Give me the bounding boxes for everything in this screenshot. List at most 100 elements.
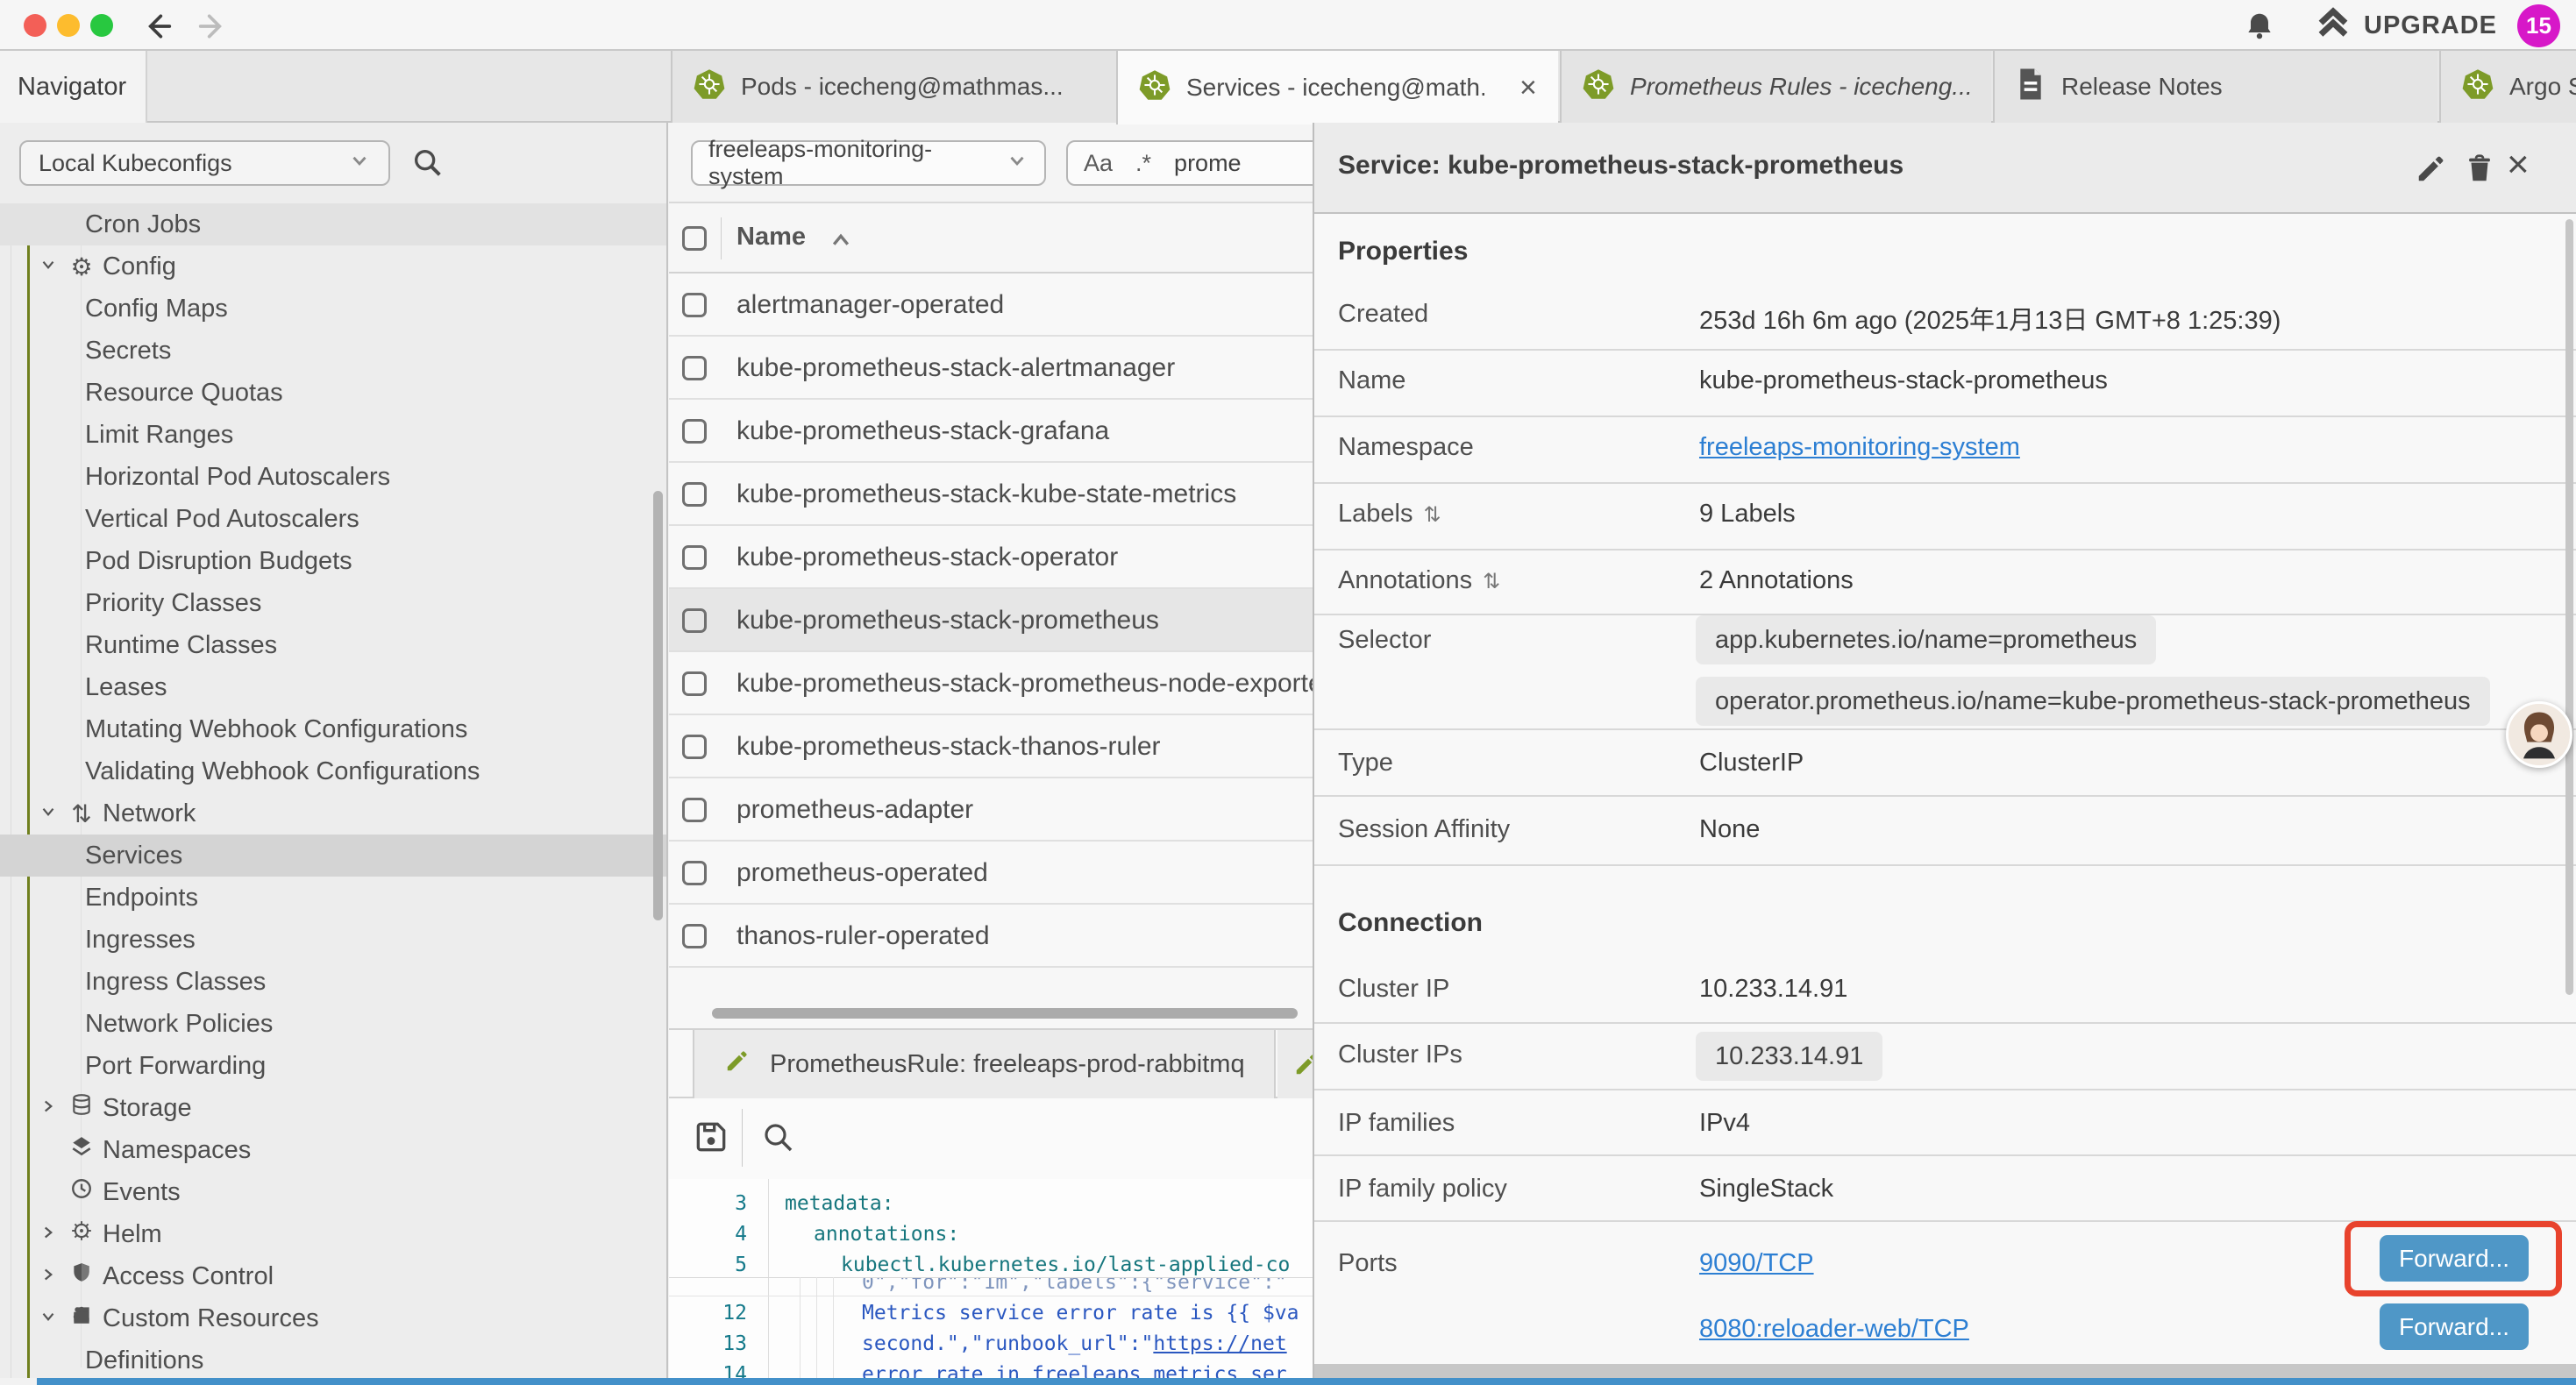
notifications-bell-icon[interactable] — [2243, 10, 2276, 47]
sidebar-item-config-maps[interactable]: Config Maps — [0, 288, 668, 330]
sidebar-item-leases[interactable]: Leases — [0, 666, 668, 708]
sidebar-item-validating-webhook-configurations[interactable]: Validating Webhook Configurations — [0, 750, 668, 792]
sidebar-group-events[interactable]: Events — [0, 1171, 668, 1213]
forward-button-8080[interactable]: Forward... — [2380, 1303, 2529, 1350]
namespace-select[interactable]: freeleaps-monitoring-system — [691, 140, 1046, 186]
runbook-url-link[interactable]: https://net — [1153, 1332, 1286, 1355]
table-row[interactable]: prometheus-operated — [669, 842, 1335, 905]
notification-count-badge[interactable]: 15 — [2517, 4, 2560, 47]
select-all-checkbox[interactable] — [682, 226, 707, 251]
annotations-value[interactable]: 2 Annotations — [1699, 566, 1854, 595]
sidebar-item-horizontal-pod-autoscalers[interactable]: Horizontal Pod Autoscalers — [0, 456, 668, 498]
row-checkbox[interactable] — [682, 798, 707, 822]
tab-services[interactable]: Services - icecheng@math... × — [1116, 51, 1558, 124]
regex-toggle[interactable]: .* — [1135, 150, 1151, 177]
sidebar-group-namespaces[interactable]: Namespaces — [0, 1129, 668, 1171]
yaml-editor[interactable]: 3 metadata: 4 annotations: 5 kubectl.kub… — [669, 1179, 1335, 1378]
namespace-selected-value: freeleaps-monitoring-system — [708, 136, 1006, 190]
sidebar-group-custom-resources[interactable]: Custom Resources — [0, 1297, 668, 1339]
row-checkbox[interactable] — [682, 356, 707, 380]
sidebar-item-resource-quotas[interactable]: Resource Quotas — [0, 372, 668, 414]
table-row[interactable]: alertmanager-operated — [669, 273, 1335, 337]
editor-tab-prometheusrule[interactable]: PrometheusRule: freeleaps-prod-rabbitmq — [693, 1030, 1276, 1098]
sidebar-group-access-control[interactable]: Access Control — [0, 1255, 668, 1297]
search-icon[interactable] — [760, 1119, 797, 1161]
close-icon[interactable]: × — [2507, 146, 2530, 184]
sidebar-item-definitions[interactable]: Definitions — [0, 1339, 668, 1378]
tab-prometheus-rules[interactable]: Prometheus Rules - icecheng... — [1560, 51, 1991, 123]
namespace-link[interactable]: freeleaps-monitoring-system — [1699, 433, 2020, 462]
table-row[interactable]: kube-prometheus-stack-thanos-ruler — [669, 715, 1335, 778]
forward-arrow-icon[interactable] — [195, 9, 230, 48]
row-checkbox[interactable] — [682, 419, 707, 444]
row-checkbox[interactable] — [682, 924, 707, 948]
tab-pods[interactable]: Pods - icecheng@mathmas... — [671, 51, 1116, 123]
row-checkbox[interactable] — [682, 861, 707, 885]
panel-scrollbar[interactable] — [2565, 219, 2573, 995]
expand-chevrons-icon[interactable]: ⇅ — [1483, 570, 1500, 593]
upgrade-button[interactable]: UPGRADE — [2315, 7, 2497, 44]
sort-ascending-icon[interactable] — [829, 230, 853, 255]
table-row[interactable]: kube-prometheus-stack-prometheus-node-ex… — [669, 652, 1335, 715]
table-row[interactable]: kube-prometheus-stack-operator — [669, 526, 1335, 589]
sidebar-item-runtime-classes[interactable]: Runtime Classes — [0, 624, 668, 666]
sidebar-group-config[interactable]: ⚙ Config — [0, 245, 668, 288]
sidebar-item-endpoints[interactable]: Endpoints — [0, 877, 668, 919]
chevron-down-icon — [1006, 149, 1028, 178]
port-link-9090[interactable]: 9090/TCP — [1699, 1249, 1814, 1278]
sidebar-scrollbar[interactable] — [653, 491, 663, 920]
sidebar-group-network[interactable]: ⇅ Network — [0, 792, 668, 835]
row-checkbox[interactable] — [682, 545, 707, 570]
edit-pencil-icon[interactable] — [2415, 152, 2448, 189]
type-label: Type — [1338, 749, 1393, 778]
table-row-selected[interactable]: kube-prometheus-stack-prometheus — [669, 589, 1335, 652]
kubeconfig-select[interactable]: Local Kubeconfigs — [19, 140, 390, 186]
forward-button-9090[interactable]: Forward... — [2380, 1235, 2529, 1282]
row-checkbox[interactable] — [682, 671, 707, 696]
filter-input[interactable]: Aa .* prome — [1066, 140, 1335, 186]
tab-argo[interactable]: Argo Se — [2439, 51, 2576, 123]
sidebar-item-secrets[interactable]: Secrets — [0, 330, 668, 372]
labels-value[interactable]: 9 Labels — [1699, 500, 1796, 529]
horizontal-scrollbar[interactable] — [712, 1008, 1298, 1019]
save-icon[interactable] — [692, 1118, 730, 1161]
sidebar-item-ingresses[interactable]: Ingresses — [0, 919, 668, 961]
table-row[interactable]: kube-prometheus-stack-kube-state-metrics — [669, 463, 1335, 526]
port-link-8080[interactable]: 8080:reloader-web/TCP — [1699, 1315, 1969, 1344]
sidebar-group-helm[interactable]: Helm — [0, 1213, 668, 1255]
sidebar-item-mutating-webhook-configurations[interactable]: Mutating Webhook Configurations — [0, 708, 668, 750]
sidebar-item-cron-jobs[interactable]: Cron Jobs — [0, 203, 668, 245]
case-sensitive-toggle[interactable]: Aa — [1084, 150, 1113, 177]
delete-trash-icon[interactable] — [2463, 152, 2496, 189]
avatar[interactable] — [2506, 701, 2572, 768]
back-arrow-icon[interactable] — [140, 9, 175, 48]
sidebar-item-pod-disruption-budgets[interactable]: Pod Disruption Budgets — [0, 540, 668, 582]
sidebar-item-port-forwarding[interactable]: Port Forwarding — [0, 1045, 668, 1087]
sidebar-group-storage[interactable]: Storage — [0, 1087, 668, 1129]
name-column-header[interactable]: Name — [737, 223, 806, 252]
sidebar-item-priority-classes[interactable]: Priority Classes — [0, 582, 668, 624]
table-row[interactable]: kube-prometheus-stack-grafana — [669, 400, 1335, 463]
sidebar-item-network-policies[interactable]: Network Policies — [0, 1003, 668, 1045]
sidebar-item-services[interactable]: Services — [0, 835, 668, 877]
sidebar-item-vertical-pod-autoscalers[interactable]: Vertical Pod Autoscalers — [0, 498, 668, 540]
table-row[interactable]: prometheus-adapter — [669, 778, 1335, 842]
services-workspace: freeleaps-monitoring-system Aa .* prome … — [669, 123, 1335, 1378]
tab-release-notes[interactable]: Release Notes — [1993, 51, 2437, 123]
navigator-panel-tab[interactable]: Navigator — [0, 51, 147, 123]
table-row[interactable]: thanos-ruler-operated — [669, 905, 1335, 968]
sidebar-item-limit-ranges[interactable]: Limit Ranges — [0, 414, 668, 456]
row-checkbox[interactable] — [682, 293, 707, 317]
window-close-light[interactable] — [24, 14, 46, 37]
row-checkbox[interactable] — [682, 482, 707, 507]
sidebar-item-ingress-classes[interactable]: Ingress Classes — [0, 961, 668, 1003]
window-minimize-light[interactable] — [57, 14, 80, 37]
table-row[interactable]: kube-prometheus-stack-alertmanager — [669, 337, 1335, 400]
window-maximize-light[interactable] — [90, 14, 113, 37]
tab-close-icon[interactable]: × — [1512, 71, 1544, 105]
row-checkbox[interactable] — [682, 735, 707, 759]
search-icon[interactable] — [410, 146, 445, 185]
annotations-label: Annotations⇅ — [1338, 566, 1500, 595]
row-checkbox[interactable] — [682, 608, 707, 633]
expand-chevrons-icon[interactable]: ⇅ — [1423, 503, 1441, 527]
